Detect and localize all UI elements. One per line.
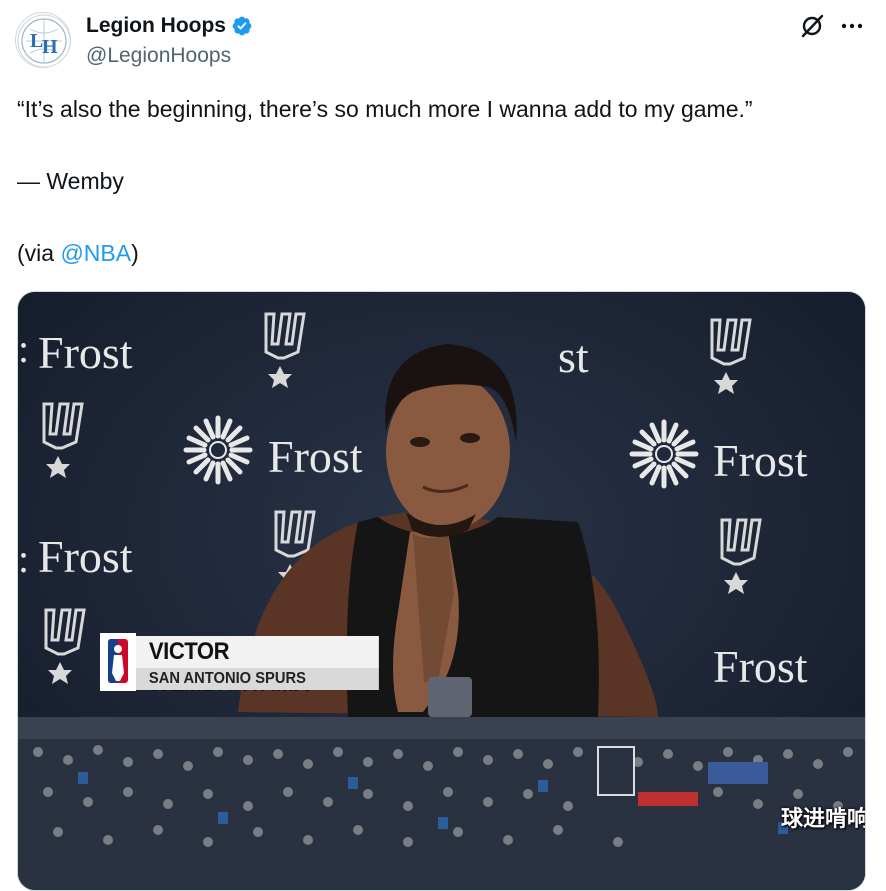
svg-text:Frost: Frost xyxy=(38,531,133,582)
author-avatar[interactable]: L H xyxy=(15,12,71,68)
svg-text:Frost: Frost xyxy=(268,431,363,482)
author-name-row: Legion Hoops xyxy=(86,12,253,40)
tweet-quote: “It’s also the beginning, there’s so muc… xyxy=(17,96,753,122)
via-suffix: ) xyxy=(131,240,139,266)
watermark-text: 球进啃响 xyxy=(780,807,866,832)
more-options-icon[interactable] xyxy=(838,12,866,40)
lower-third-name: VICTOR WEMBANYAMA xyxy=(136,636,379,697)
verified-badge-icon[interactable] xyxy=(231,15,253,37)
arena-crowd xyxy=(18,717,865,890)
video-frame: Frost Frost Frost Frost Frost st : : xyxy=(18,292,865,890)
lower-third-team: SAN ANTONIO SPURS xyxy=(136,668,379,690)
svg-text:Frost: Frost xyxy=(713,641,808,692)
svg-text::: : xyxy=(18,326,29,371)
tweet-attribution: — Wemby xyxy=(17,168,124,194)
svg-text:H: H xyxy=(42,36,58,58)
svg-text:st: st xyxy=(558,331,589,382)
mention-link[interactable]: @NBA xyxy=(60,240,131,266)
svg-text::: : xyxy=(18,536,29,581)
via-prefix: (via xyxy=(17,240,61,266)
nba-logo xyxy=(100,633,136,691)
author-handle[interactable]: @LegionHoops xyxy=(86,42,231,70)
lower-third-graphic: VICTOR WEMBANYAMA SAN ANTONIO SPURS xyxy=(100,633,400,697)
svg-text:Frost: Frost xyxy=(713,435,808,486)
grok-icon[interactable] xyxy=(798,12,826,40)
author-display-name[interactable]: Legion Hoops xyxy=(86,12,226,40)
svg-text:Frost: Frost xyxy=(38,327,133,378)
tweet-media-video[interactable]: Frost Frost Frost Frost Frost st : : VIC… xyxy=(17,291,866,891)
legion-hoops-logo: L H xyxy=(17,14,70,67)
tweet-text: “It’s also the beginning, there’s so muc… xyxy=(17,94,867,266)
tweet-via: (via @NBA) xyxy=(17,238,139,268)
